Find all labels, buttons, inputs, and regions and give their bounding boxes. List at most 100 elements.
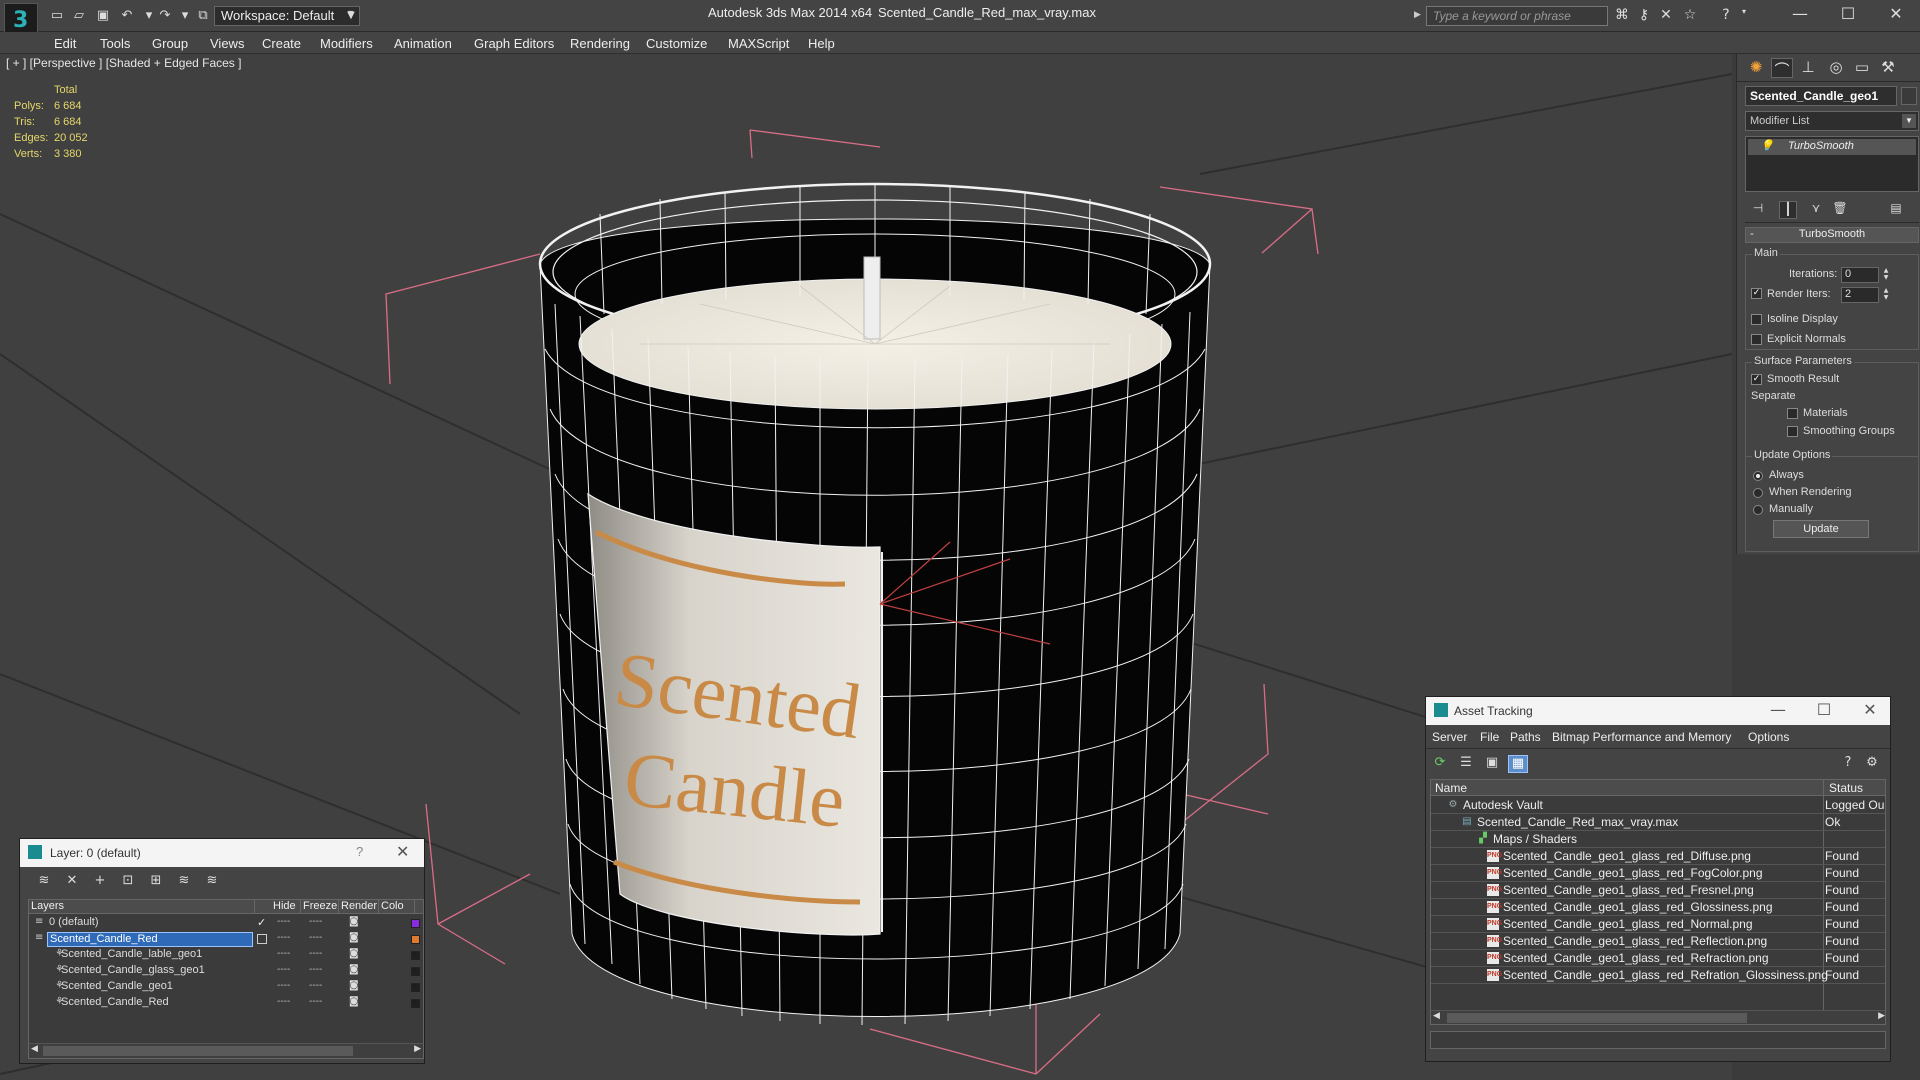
highlight-selected-icon[interactable]: ⊞ — [146, 873, 166, 891]
menu-options[interactable]: Options — [1748, 730, 1789, 744]
undo-icon[interactable]: ↶ — [118, 7, 136, 25]
search-expand-icon[interactable]: ▶ — [1414, 9, 1421, 20]
asset-row[interactable]: PNG Scented_Candle_geo1_glass_red_Glossin… — [1431, 899, 1885, 916]
list-view-icon[interactable]: ☰ — [1456, 755, 1476, 773]
layer-row[interactable]: ⚘ Scented_Candle_Red ---- ---- ◙ — [29, 996, 423, 1012]
col-color[interactable]: Colo — [379, 900, 415, 914]
freeze-toggle[interactable]: ---- — [309, 948, 322, 959]
asset-row[interactable]: PNG Scented_Candle_geo1_glass_red_Normal.… — [1431, 916, 1885, 933]
col-layers[interactable]: Layers — [29, 900, 255, 914]
layer-window-titlebar[interactable]: Layer: 0 (default) ? ✕ — [20, 839, 424, 867]
asset-row[interactable]: ⚙ Autodesk Vault Logged Ou — [1431, 797, 1885, 814]
maximize-icon[interactable]: ☐ — [1828, 2, 1868, 26]
redo-icon[interactable]: ↷ — [156, 7, 174, 25]
layer-name[interactable]: Scented_Candle_Red — [59, 996, 253, 1011]
menu-maxscript[interactable]: MAXScript — [728, 36, 789, 51]
hide-toggle[interactable]: ---- — [277, 916, 290, 927]
scroll-left-icon[interactable]: ◀ — [31, 1044, 38, 1054]
quick-access-customize-icon[interactable]: ▼ — [342, 7, 360, 25]
scroll-right-icon[interactable]: ▶ — [1878, 1011, 1885, 1021]
layer-name[interactable]: Scented_Candle_geo1 — [59, 980, 253, 995]
asset-row[interactable]: PNG Scented_Candle_geo1_glass_red_Reflect… — [1431, 933, 1885, 950]
manually-radio[interactable] — [1753, 505, 1763, 515]
materials-checkbox[interactable] — [1787, 408, 1798, 419]
layer-row[interactable]: ⚘ Scented_Candle_geo1 ---- ---- ◙ — [29, 980, 423, 996]
hide-all-layers-icon[interactable]: ≋ — [174, 873, 194, 891]
layer-row[interactable]: ≡ 0 (default) ✓ ---- ---- ◙ — [29, 916, 423, 932]
menu-help[interactable]: Help — [808, 36, 835, 51]
freeze-all-layers-icon[interactable]: ≋ — [202, 873, 222, 891]
layer-name[interactable]: Scented_Candle_lable_geo1 — [59, 948, 253, 963]
layer-color-swatch[interactable] — [411, 967, 420, 976]
menu-graph-editors[interactable]: Graph Editors — [474, 36, 554, 51]
select-highlighted-icon[interactable]: ⊡ — [118, 873, 138, 891]
asset-tracking-titlebar[interactable]: Asset Tracking — ☐ ✕ — [1426, 697, 1890, 725]
pin-stack-icon[interactable]: ⊣ — [1749, 201, 1767, 219]
when-rendering-radio[interactable] — [1753, 488, 1763, 498]
always-radio[interactable] — [1753, 471, 1763, 481]
menu-edit[interactable]: Edit — [54, 36, 76, 51]
layer-color-swatch[interactable] — [411, 999, 420, 1008]
menu-rendering[interactable]: Rendering — [570, 36, 630, 51]
menu-server[interactable]: Server — [1432, 730, 1467, 744]
render-teapot-icon[interactable]: ◙ — [349, 996, 359, 1007]
modifier-stack-item[interactable]: 💡 TurboSmooth — [1748, 139, 1916, 155]
minimize-icon[interactable]: — — [1780, 2, 1820, 26]
spinner-arrows-icon[interactable]: ▲ ▼ — [1881, 267, 1891, 283]
menu-views[interactable]: Views — [210, 36, 244, 51]
render-teapot-icon[interactable]: ◙ — [349, 980, 359, 991]
asset-row[interactable]: ▤ Scented_Candle_Red_max_vray.max Ok — [1431, 814, 1885, 831]
freeze-toggle[interactable]: ---- — [309, 996, 322, 1007]
workspace-dropdown[interactable]: Workspace: Default ▼ — [214, 6, 360, 26]
render-iters-checkbox[interactable]: ✓ — [1751, 288, 1762, 299]
close-icon[interactable]: ✕ — [1854, 700, 1886, 719]
layer-color-swatch[interactable] — [411, 935, 420, 944]
remove-modifier-icon[interactable]: 🗑 — [1831, 201, 1849, 219]
update-button[interactable]: Update — [1773, 520, 1869, 538]
add-to-layer-icon[interactable]: + — [90, 873, 110, 891]
scroll-left-icon[interactable]: ◀ — [1433, 1011, 1440, 1021]
layer-color-swatch[interactable] — [411, 983, 420, 992]
layer-row[interactable]: ≡ Scented_Candle_Red ---- ---- ◙ — [29, 932, 423, 948]
col-hide[interactable]: Hide — [271, 900, 301, 914]
modify-tab-icon[interactable]: ⌒ — [1771, 58, 1793, 79]
redo-dropdown-icon[interactable]: ▾ — [176, 7, 194, 25]
layer-horizontal-scrollbar[interactable]: ◀ ▶ — [29, 1043, 423, 1058]
scroll-right-icon[interactable]: ▶ — [414, 1044, 421, 1054]
render-teapot-icon[interactable]: ◙ — [349, 948, 359, 959]
render-iters-spinner[interactable]: 2 — [1841, 287, 1879, 303]
layer-name[interactable]: Scented_Candle_glass_geo1 — [59, 964, 253, 979]
render-teapot-icon[interactable]: ◙ — [349, 916, 359, 927]
modifier-list-dropdown[interactable]: Modifier List ▼ — [1745, 111, 1919, 131]
layer-color-swatch[interactable] — [411, 951, 420, 960]
scrollbar-thumb[interactable] — [43, 1046, 353, 1056]
open-file-icon[interactable]: ▱ — [70, 7, 88, 25]
current-layer-check-icon[interactable]: ✓ — [257, 916, 266, 929]
help-dropdown-icon[interactable]: ▾ — [1734, 7, 1754, 25]
set-current-layer-box[interactable] — [257, 934, 267, 944]
layer-color-swatch[interactable] — [411, 919, 420, 928]
menu-create[interactable]: Create — [262, 36, 301, 51]
hierarchy-tab-icon[interactable]: ⊥ — [1797, 58, 1819, 78]
menu-tools[interactable]: Tools — [100, 36, 130, 51]
close-icon[interactable]: ✕ — [1876, 2, 1916, 26]
project-folder-icon[interactable]: ⧉ — [194, 7, 212, 25]
refresh-icon[interactable]: ⟳ — [1430, 755, 1450, 773]
scrollbar-thumb[interactable] — [1447, 1013, 1747, 1023]
asset-horizontal-scrollbar[interactable]: ◀ ▶ — [1431, 1010, 1885, 1024]
exchange-icon[interactable]: ✕ — [1656, 7, 1676, 25]
motion-tab-icon[interactable]: ◎ — [1825, 58, 1847, 78]
render-teapot-icon[interactable]: ◙ — [349, 932, 359, 943]
asset-row[interactable]: ▞ Maps / Shaders — [1431, 831, 1885, 848]
freeze-toggle[interactable]: ---- — [309, 932, 322, 943]
layer-row[interactable]: ⚘ Scented_Candle_lable_geo1 ---- ---- ◙ — [29, 948, 423, 964]
help-icon[interactable]: ? — [356, 844, 363, 859]
maximize-icon[interactable]: ☐ — [1808, 700, 1840, 719]
asset-row[interactable]: PNG Scented_Candle_geo1_glass_red_Refrati… — [1431, 967, 1885, 984]
object-color-swatch[interactable] — [1901, 87, 1917, 105]
binoculars-icon[interactable]: ⌘ — [1612, 7, 1632, 25]
table-view-icon[interactable]: ▦ — [1508, 755, 1528, 773]
menu-animation[interactable]: Animation — [394, 36, 452, 51]
col-status[interactable]: Status — [1829, 781, 1863, 795]
hide-toggle[interactable]: ---- — [277, 980, 290, 991]
